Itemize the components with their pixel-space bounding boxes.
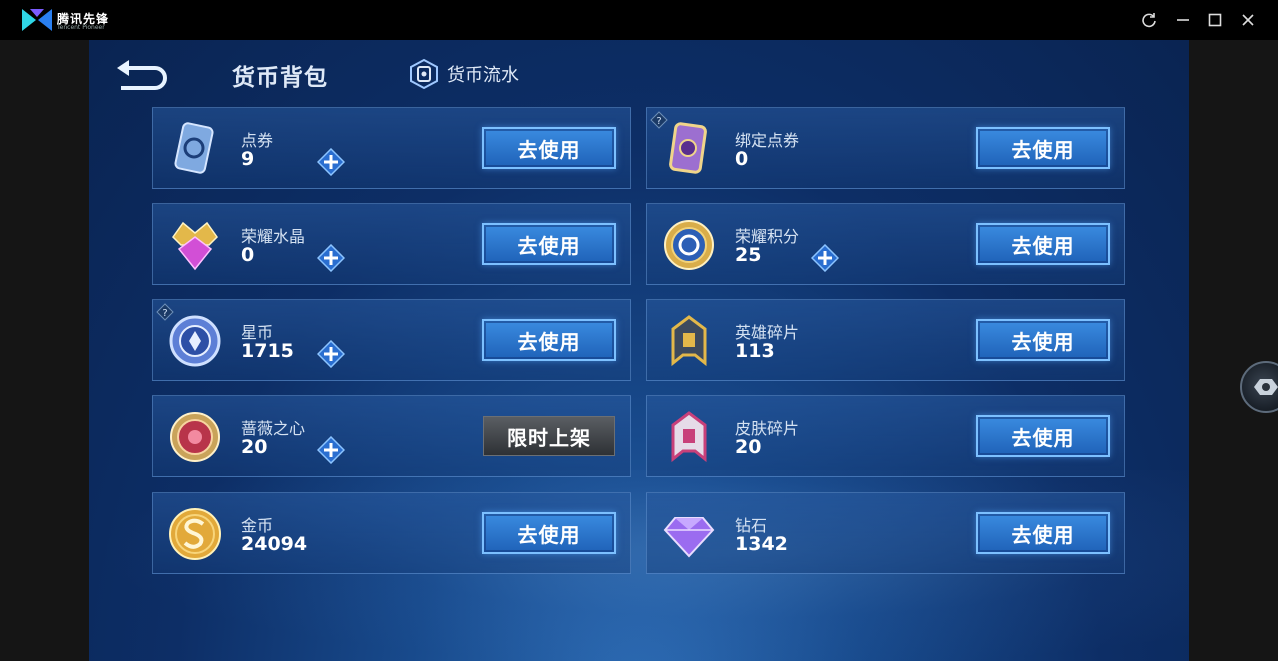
currency-card-diamond: 钻石 1342 去使用 [646,492,1125,574]
refresh-icon [1142,13,1156,28]
skin-fragment-use-button[interactable]: 去使用 [976,415,1110,457]
currency-card-glory-points: 荣耀积分 25 去使用 [646,203,1125,285]
currency-amount: 1715 [241,340,294,362]
maximize-icon [1208,13,1222,27]
currency-amount: 24094 [241,533,308,555]
window-titlebar: 腾讯先锋 Tencent Pioneer [0,0,1278,40]
add-coupon-plus-icon[interactable] [317,148,345,176]
currency-card-rose-heart: 蔷薇之心 20 限时上架 [152,395,631,477]
page-title: 货币背包 [232,65,328,91]
currency-amount: 25 [735,244,762,266]
currency-amount: 0 [735,148,749,170]
currency-amount: 1342 [735,533,788,555]
bound-coupon-use-button[interactable]: 去使用 [976,127,1110,169]
currency-flow-icon [410,58,438,90]
app-logo-icon [22,9,52,31]
glory-points-icon [664,220,714,270]
add-rose-heart-plus-icon[interactable] [317,436,345,464]
game-viewport: 货币背包 货币流水 点券 9 去使用 ? 绑定点券 0 去使用 荣耀水晶 0 去… [89,40,1189,661]
gold-coin-icon [169,508,221,560]
currency-card-bound-coupon: ? 绑定点券 0 去使用 [646,107,1125,189]
glory-crystal-icon [172,221,218,271]
back-arrow-icon[interactable] [115,58,173,90]
currency-card-skin-fragment: 皮肤碎片 20 去使用 [646,395,1125,477]
add-crystal-plus-icon[interactable] [317,244,345,272]
gold-coin-use-button[interactable]: 去使用 [482,512,616,554]
floating-assistant-button[interactable] [1240,361,1278,413]
currency-card-coupon: 点券 9 去使用 [152,107,631,189]
diamond-icon [663,517,715,558]
add-points-plus-icon[interactable] [811,244,839,272]
close-button[interactable] [1236,8,1260,32]
app-brand-subtitle: Tencent Pioneer [57,24,105,31]
currency-card-hero-fragment: 英雄碎片 113 去使用 [646,299,1125,381]
currency-amount: 20 [735,436,762,458]
currency-amount: 113 [735,340,775,362]
currency-amount: 0 [241,244,255,266]
coupon-use-button[interactable]: 去使用 [482,127,616,169]
bound-coupon-icon [669,122,707,174]
hero-fragment-use-button[interactable]: 去使用 [976,319,1110,361]
add-star-coin-plus-icon[interactable] [317,340,345,368]
minimize-button[interactable] [1171,8,1195,32]
left-letterbox [0,40,89,661]
diamond-use-button[interactable]: 去使用 [976,512,1110,554]
currency-amount: 9 [241,148,255,170]
coupon-icon [174,122,214,174]
close-icon [1242,14,1254,26]
right-letterbox [1189,40,1278,661]
glory-crystal-use-button[interactable]: 去使用 [482,223,616,265]
currency-flow-link[interactable]: 货币流水 [409,58,519,90]
currency-card-glory-crystal: 荣耀水晶 0 去使用 [152,203,631,285]
skin-fragment-icon [671,411,707,463]
currency-card-gold-coin: 金币 24094 去使用 [152,492,631,574]
rose-heart-limited-button[interactable]: 限时上架 [483,416,615,456]
currency-amount: 20 [241,436,268,458]
maximize-button[interactable] [1203,8,1227,32]
floating-ball-icon [1254,379,1278,395]
glory-points-use-button[interactable]: 去使用 [976,223,1110,265]
currency-card-star-coin: ? 星币 1715 去使用 [152,299,631,381]
hero-fragment-icon [671,315,707,367]
star-coin-use-button[interactable]: 去使用 [482,319,616,361]
minimize-icon [1177,19,1189,21]
rose-heart-icon [170,412,220,462]
star-coin-icon [169,315,221,367]
refresh-button[interactable] [1137,8,1161,32]
currency-flow-label: 货币流水 [447,65,519,86]
